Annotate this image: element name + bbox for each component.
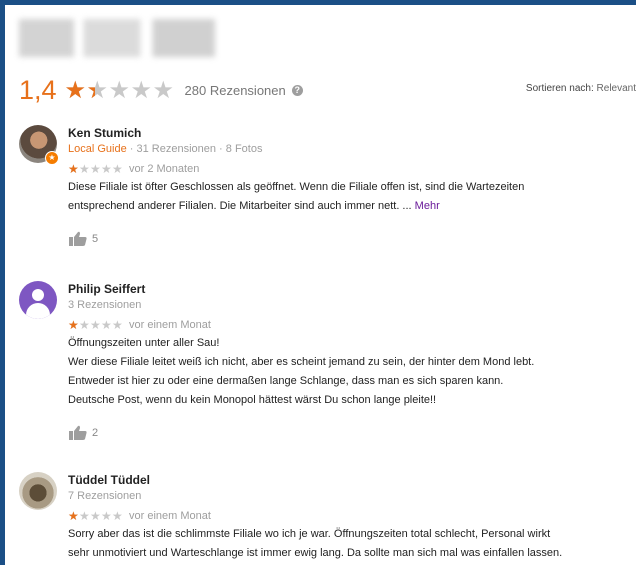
average-rating: 1,4 xyxy=(19,74,57,105)
star-icon: ★ xyxy=(112,509,123,523)
review-item: ★ Ken Stumich Local Guide · 31 Rezension… xyxy=(19,125,636,247)
review-stars: ★ ★ ★ ★ ★ ★ xyxy=(68,509,123,523)
star-icon: ★ xyxy=(90,162,101,176)
sort-value: Relevant xyxy=(596,83,636,94)
avatar[interactable] xyxy=(19,281,57,319)
star-icon: ★★ xyxy=(68,318,79,332)
help-icon[interactable]: ? xyxy=(291,84,303,96)
review-text-line: Diese Filiale ist öfter Geschlossen als … xyxy=(68,181,525,193)
review-stars: ★ ★ ★ ★ ★ ★ xyxy=(68,318,123,332)
sort-dropdown[interactable]: Sortieren nach: Relevant xyxy=(526,83,636,94)
summary-stars: ★★★★★★★ xyxy=(65,76,175,105)
star-icon: ★ xyxy=(108,76,131,104)
star-icon: ★ xyxy=(101,162,112,176)
star-icon: ★ xyxy=(130,76,153,104)
like-count: 5 xyxy=(92,233,99,245)
star-icon: ★ xyxy=(79,509,90,523)
reviewer-meta: 7 Rezensionen xyxy=(68,490,142,502)
reviewer-name[interactable]: Ken Stumich xyxy=(68,125,636,141)
review-item: Tüddel Tüddel 7 Rezensionen ★ ★ ★ ★ ★ ★ vor e… xyxy=(19,472,636,562)
review-time: vor einem Monat xyxy=(129,319,211,331)
star-icon: ★ xyxy=(79,162,90,176)
thumbs-up-icon[interactable] xyxy=(68,231,88,247)
review-time: vor einem Monat xyxy=(129,510,211,522)
blurred-place-title xyxy=(19,19,215,57)
review-count-link[interactable]: 280 Rezensionen xyxy=(185,83,286,98)
review-text-line: sehr unmotiviert und Warteschlange ist i… xyxy=(68,547,563,559)
review-time: vor 2 Monaten xyxy=(129,163,200,175)
star-icon: ★★ xyxy=(86,76,109,104)
star-icon: ★ xyxy=(90,509,101,523)
star-icon: ★ xyxy=(90,318,101,332)
star-icon: ★ xyxy=(112,162,123,176)
star-icon: ★ xyxy=(101,318,112,332)
local-guide-badge-icon: ★ xyxy=(45,151,59,165)
like-count: 2 xyxy=(92,427,99,439)
star-icon: ★ xyxy=(112,318,123,332)
reviewer-meta: 3 Rezensionen xyxy=(68,299,142,311)
review-text-line: Öffnungszeiten unter aller Sau! xyxy=(68,337,220,349)
reviewer-name[interactable]: Philip Seiffert xyxy=(68,281,636,297)
local-guide-label: Local Guide xyxy=(68,143,127,155)
review-text-line: Deutsche Post, wenn du kein Monopol hätt… xyxy=(68,394,437,406)
more-link[interactable]: Mehr xyxy=(415,200,440,212)
review-stars: ★ ★ ★ ★ ★ ★ xyxy=(68,162,123,176)
review-text-line: Sorry aber das ist die schlimmste Filial… xyxy=(68,528,551,540)
thumbs-up-icon[interactable] xyxy=(68,425,88,441)
review-text-line: entsprechend anderer Filialen. Die Mitar… xyxy=(68,200,440,212)
star-icon: ★★ xyxy=(68,162,79,176)
star-icon: ★★ xyxy=(68,509,79,523)
review-text-line: Wer diese Filiale leitet weiß ich nicht,… xyxy=(68,356,535,368)
star-icon: ★ xyxy=(79,318,90,332)
star-icon: ★ xyxy=(152,76,175,104)
avatar[interactable] xyxy=(19,472,57,510)
reviewer-meta: Local Guide · 31 Rezensionen · 8 Fotos xyxy=(68,143,263,155)
star-icon: ★ xyxy=(101,509,112,523)
reviews-panel: 1,4 ★★★★★★★ 280 Rezensionen ? Sortieren … xyxy=(5,5,636,565)
review-item: Philip Seiffert 3 Rezensionen ★ ★ ★ ★ ★ ★ vor… xyxy=(19,281,636,441)
review-text-line: Entweder ist hier zu oder eine dermaßen … xyxy=(68,375,504,387)
sort-label: Sortieren nach: xyxy=(525,83,594,94)
star-icon: ★★ xyxy=(64,76,87,104)
reviewer-name[interactable]: Tüddel Tüddel xyxy=(68,472,636,488)
